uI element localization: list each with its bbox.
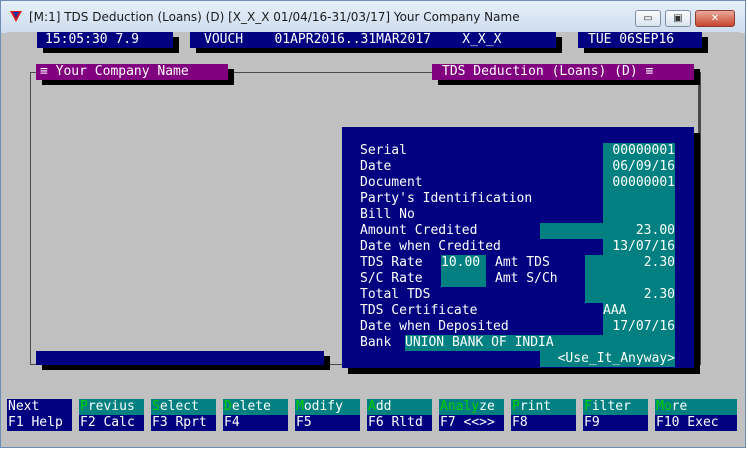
bank-label: Bank (360, 335, 392, 350)
maximize-icon: ▣ (673, 13, 683, 24)
date-field[interactable]: 06/09/16 (603, 159, 675, 175)
fkey-f3-rprt[interactable]: F3 Rprt (151, 415, 216, 431)
tds-form-panel: Serial 00000001 Date 06/09/16 Document 0… (342, 127, 694, 368)
fkey-hotkey: M (296, 399, 304, 414)
fkey-select[interactable]: Select F3 Rprt (151, 399, 216, 431)
fkey-analyze[interactable]: Analyze F7 <<>> (439, 399, 504, 431)
tds-certificate-label: TDS Certificate (360, 303, 478, 318)
tds-rate-label: TDS Rate (360, 255, 423, 270)
date-deposited-label: Date when Deposited (360, 319, 509, 334)
terminal-screen: 15:05:30 7.9 VOUCH 01APR2016..31MAR2017 … (7, 32, 740, 440)
party-field[interactable] (603, 191, 675, 207)
app-logo-icon[interactable] (10, 11, 22, 22)
fkey-hotkey: D (224, 399, 232, 414)
fkey-label: odify (303, 399, 343, 414)
fkey-more[interactable]: More F10 Exec (655, 399, 737, 431)
fkey-delete[interactable]: Delete F4 (223, 399, 288, 431)
fkey-hotkey: P (512, 399, 520, 414)
fkey-label: Next (8, 399, 40, 414)
total-tds-label: Total TDS (360, 287, 431, 302)
date-credited-field[interactable]: 13/07/16 (603, 239, 675, 255)
fkey-modify[interactable]: Modify F5 (295, 399, 360, 431)
mode-display: VOUCH 01APR2016..31MAR2017 X_X_X (190, 32, 556, 48)
close-icon: ✕ (710, 13, 720, 24)
maximize-button[interactable]: ▣ (665, 10, 691, 27)
fkey-f5[interactable]: F5 (295, 415, 360, 431)
fkey-next[interactable]: Next F1 Help (7, 399, 72, 431)
close-button[interactable]: ✕ (695, 10, 735, 27)
tds-certificate-field[interactable]: AAA (603, 303, 675, 319)
date-deposited-field[interactable]: 17/07/16 (603, 319, 675, 335)
date-credited-label: Date when Credited (360, 239, 501, 254)
party-label: Party's Identification (360, 191, 533, 206)
amount-credited-label: Amount Credited (360, 223, 478, 238)
fkey-label: elete (231, 399, 271, 414)
amount-credited-field[interactable]: 23.00 (540, 223, 675, 239)
fkey-hotkey: Analy (440, 399, 480, 414)
amt-tds-field[interactable]: 2.30 (585, 255, 675, 271)
screen-title[interactable]: TDS Deduction (Loans) (D) ≡ (432, 64, 694, 80)
fkey-f10-exec[interactable]: F10 Exec (655, 415, 737, 431)
clock-display: 15:05:30 7.9 (37, 32, 173, 48)
fkey-hotkey: F (584, 399, 592, 414)
fkey-filter[interactable]: Filter F9 (583, 399, 648, 431)
fkey-f2-calc[interactable]: F2 Calc (79, 415, 144, 431)
window-title: [M:1] TDS Deduction (Loans) (D) [X_X_X 0… (29, 10, 520, 24)
title-bar[interactable]: [M:1] TDS Deduction (Loans) (D) [X_X_X 0… (1, 1, 745, 33)
fkey-f4[interactable]: F4 (223, 415, 288, 431)
fkey-hotkey: S (152, 399, 160, 414)
serial-field[interactable]: 00000001 (603, 143, 675, 159)
fkey-label: ze (479, 399, 495, 414)
minimize-button[interactable]: ▭ (635, 10, 661, 27)
amt-sch-field[interactable] (585, 271, 675, 287)
serial-label: Serial (360, 143, 407, 158)
amt-tds-label: Amt TDS (495, 255, 550, 270)
company-title[interactable]: ≡ Your Company Name (36, 64, 228, 80)
status-message-bar (36, 351, 324, 365)
fkey-hotkey: Mo (656, 399, 672, 414)
document-label: Document (360, 175, 423, 190)
sc-rate-label: S/C Rate (360, 271, 423, 286)
fkey-label: elect (159, 399, 199, 414)
fkey-f8[interactable]: F8 (511, 415, 576, 431)
use-anyway-button[interactable]: <Use_It_Anyway> (540, 351, 675, 367)
app-window: [M:1] TDS Deduction (Loans) (D) [X_X_X 0… (0, 0, 746, 448)
fkey-f1-help[interactable]: F1 Help (7, 415, 72, 431)
fkey-hotkey: A (368, 399, 376, 414)
bill-no-field[interactable] (603, 207, 675, 223)
fkey-add[interactable]: Add F6 Rltd (367, 399, 432, 431)
date-label: Date (360, 159, 392, 174)
tds-rate-field[interactable]: 10.00 (441, 255, 486, 271)
bank-field[interactable]: UNION BANK OF INDIA (405, 335, 675, 351)
fkey-label: ilter (591, 399, 631, 414)
fkey-label: rint (519, 399, 552, 414)
fkey-label: dd (375, 399, 392, 414)
fkey-print[interactable]: Print F8 (511, 399, 576, 431)
total-tds-field[interactable]: 2.30 (585, 287, 675, 303)
amt-sch-label: Amt S/Ch (495, 271, 558, 286)
fkey-previous[interactable]: Previus F2 Calc (79, 399, 144, 431)
fkey-f9[interactable]: F9 (583, 415, 648, 431)
bill-no-label: Bill No (360, 207, 415, 222)
sc-rate-field[interactable] (441, 271, 486, 287)
fkey-hotkey: P (80, 399, 88, 414)
fkey-f6-rltd[interactable]: F6 Rltd (367, 415, 432, 431)
fkey-label: re (671, 399, 688, 414)
function-key-bar: Next F1 Help Previus F2 Calc Select F3 R… (7, 399, 740, 435)
date-display: TUE 06SEP16 (578, 32, 702, 48)
document-field[interactable]: 00000001 (603, 175, 675, 191)
minimize-icon: ▭ (643, 13, 653, 24)
fkey-f7[interactable]: F7 <<>> (439, 415, 504, 431)
fkey-label: revius (87, 399, 135, 414)
